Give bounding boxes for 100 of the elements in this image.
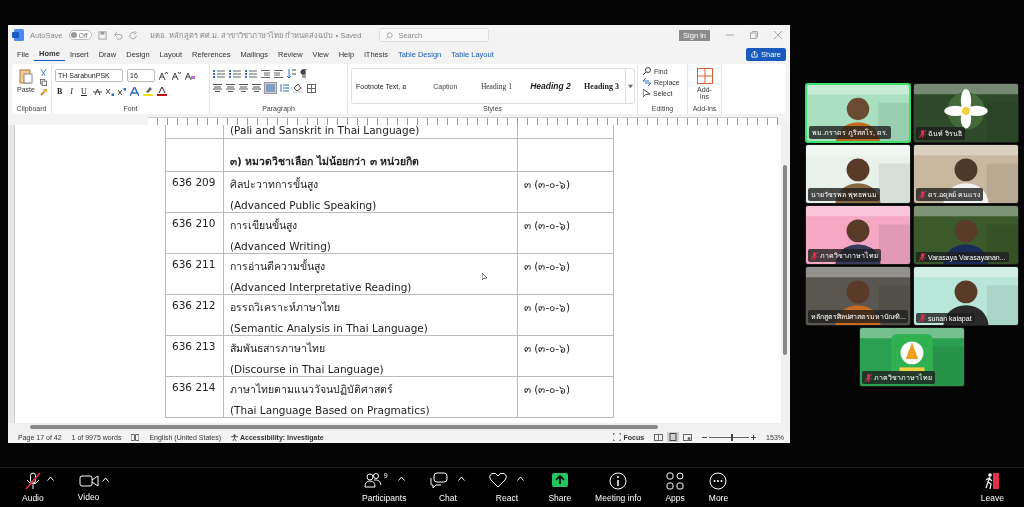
course-title: สัมพันธสารภาษาไทย [230,341,325,356]
align-icon[interactable] [252,84,261,92]
borders-icon[interactable] [307,83,316,93]
subscript-icon[interactable] [105,87,114,96]
course-title: ภาษาไทยตามแนววัจนปฏิบัติศาสตร์ [230,382,393,397]
muted-mic-icon [865,373,872,382]
section-heading: ๓) หมวดวิชาเลือก ไม่น้อยกว่า ๓ หน่วยกิต [230,154,420,169]
credits: ๓ (๓-๐-๖) [524,177,571,192]
share-icon [751,50,758,58]
replace-icon [643,78,651,86]
course-english-title: (Advanced Interpretative Reading) [230,280,412,293]
credits: ๓ (๓-๐-๖) [524,382,571,397]
course-code: 636 211 [172,257,216,270]
caret-icon[interactable] [397,476,405,482]
apps-button[interactable]: Apps [665,472,685,504]
muted-mic-icon [919,129,926,138]
course-code: 636 209 [172,175,216,188]
cursor-icon [643,89,650,97]
text-effects-icon[interactable] [129,87,139,96]
caret-icon[interactable] [458,476,466,482]
indent-icon[interactable] [261,69,270,78]
shading-icon[interactable] [293,83,303,93]
accessibility-icon [231,433,238,441]
share-screen-icon [550,472,569,489]
course-english-title: (Advanced Writing) [230,239,331,252]
pilcrow-icon[interactable] [300,69,307,78]
course-english-title: (Thai Language Based on Pragmatics) [230,403,430,416]
grow-font-icon[interactable] [159,71,168,80]
caret-icon[interactable] [517,476,525,482]
scissors-icon[interactable] [39,69,47,76]
align-icon[interactable] [226,84,235,92]
zoom-out-icon[interactable] [702,434,708,440]
course-english-title: (Discourse in Thai Language) [230,362,384,375]
superscript-icon[interactable] [117,87,126,96]
style-option[interactable]: Heading 3 [577,81,626,91]
course-title: (Pali and Sanskrit in Thai Language) [230,125,420,136]
chat-icon [430,472,449,489]
chat-button[interactable]: Chat [430,472,466,504]
align-icon[interactable] [213,84,222,92]
credits: ๓ (๓-๐-๖) [524,259,571,274]
read-mode-icon[interactable] [654,433,664,441]
camera-icon [78,473,99,490]
mouse-pointer-icon [482,273,487,281]
info-icon [609,472,628,491]
video-button[interactable]: Video [77,473,100,503]
style-option[interactable]: Heading 2 [522,81,578,91]
more-icon [709,472,728,491]
underline-button[interactable]: U [79,87,89,96]
exit-icon [984,472,1001,491]
caret-icon[interactable] [102,477,110,483]
credits: ๓ (๓-๐-๖) [524,341,571,356]
course-english-title: (Advanced Public Speaking) [230,198,377,211]
leave-button[interactable]: Leave [980,472,1004,504]
course-code: 636 213 [172,339,216,352]
bold-button[interactable]: B [55,87,65,96]
font-color-icon[interactable] [156,87,167,96]
save-icon[interactable] [97,30,107,40]
zoom-in-icon[interactable] [751,434,757,440]
course-english-title: (Semantic Analysis in Thai Language) [230,321,428,334]
list-icon[interactable] [229,69,241,78]
share-button[interactable]: Share [548,472,572,504]
more-styles-icon[interactable] [625,69,634,103]
apps-icon [666,472,685,491]
indent-icon[interactable] [274,69,283,78]
course-code: 636 210 [172,216,216,229]
credits: ๓ (๓-๐-๖) [524,218,571,233]
sort-icon[interactable] [287,69,296,78]
copy-icon[interactable] [39,79,47,86]
audio-button[interactable]: Audio [22,472,44,504]
info-button[interactable]: Meeting info [595,472,642,504]
web-layout-icon[interactable] [683,433,693,441]
align-icon[interactable] [239,84,248,92]
course-title: การอ่านตีความขั้นสูง [230,258,325,275]
more-button[interactable]: More [708,472,729,504]
caret-icon[interactable] [46,476,54,482]
grid-icon [696,68,713,84]
clipboard-icon [18,68,33,84]
credits: ๓ (๓-๐-๖) [524,300,571,315]
react-button[interactable]: React [489,472,525,504]
paintbrush-icon[interactable] [39,89,47,96]
italic-button[interactable]: I [68,87,75,96]
highlighter-icon[interactable] [142,87,153,96]
print-layout-icon[interactable] [667,432,680,442]
muted-mic-icon [811,251,818,260]
muted-mic-icon [919,314,926,322]
course-title: ศิลปะวาทการขั้นสูง [230,176,318,193]
list-icon[interactable] [213,69,225,78]
people-icon [363,472,382,489]
book-icon[interactable] [131,433,140,441]
muted-mic-icon [919,190,926,199]
clear-format-icon[interactable] [185,71,195,80]
course-title: อรรถวิเคราะห์ภาษาไทย [230,300,340,315]
course-title: การเขียนขั้นสูง [230,217,297,234]
list-icon[interactable] [245,69,257,78]
microphone-icon [23,472,42,491]
strikethrough-icon[interactable] [92,87,102,96]
shrink-font-icon[interactable] [172,71,181,80]
search-icon [643,67,651,75]
heart-icon [489,472,508,489]
word-logo-icon [12,29,24,41]
